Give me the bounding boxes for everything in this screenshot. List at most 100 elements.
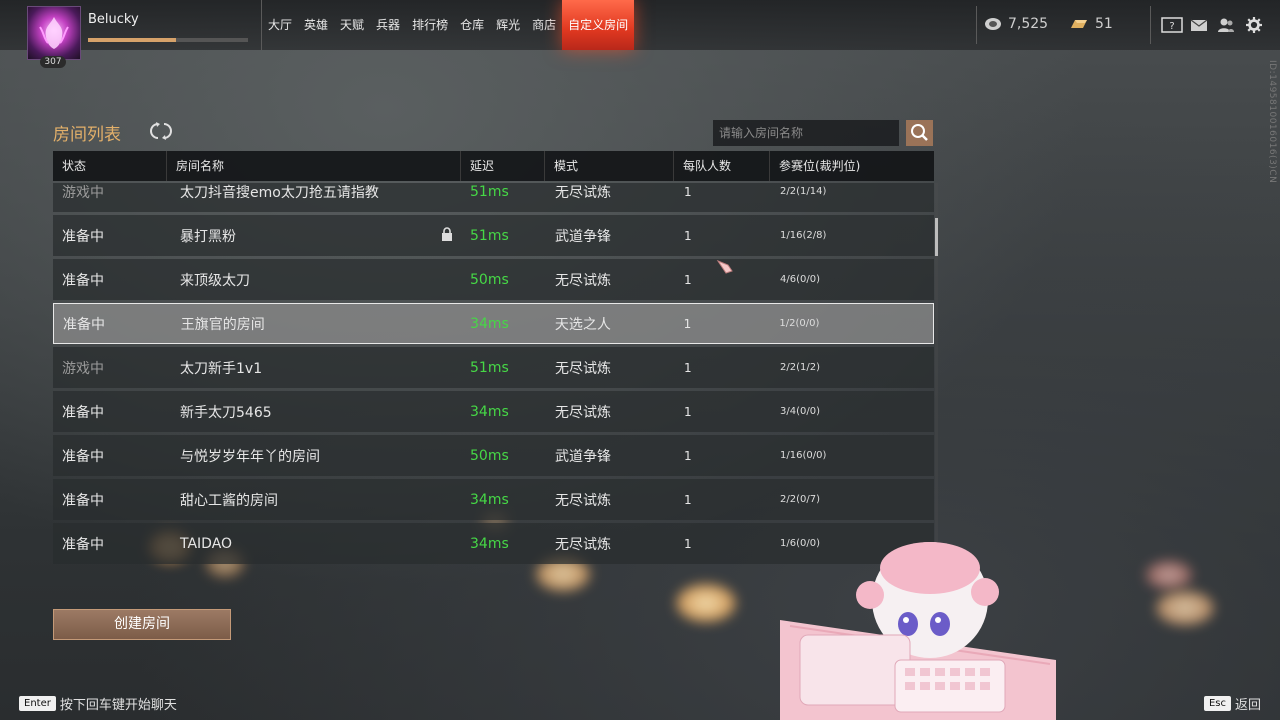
- create-room-button[interactable]: 创建房间: [53, 609, 231, 640]
- room-slots: 1/16(0/0): [770, 450, 934, 461]
- coin-balance: 7,525: [984, 16, 1048, 32]
- room-slots: 4/6(0/0): [770, 274, 934, 285]
- gold-balance: 51: [1069, 16, 1113, 32]
- header-latency: 延迟: [461, 151, 545, 181]
- room-row[interactable]: 准备中 王旗官的房间 34ms 天选之人 1 1/2(0/0): [53, 303, 934, 344]
- room-row[interactable]: 游戏中 太刀新手1v1 51ms 无尽试炼 1 2/2(1/2): [53, 347, 934, 388]
- room-mode: 无尽试炼: [545, 358, 674, 378]
- room-status-text: 游戏中: [62, 184, 104, 201]
- xp-bar-fill: [88, 38, 176, 42]
- room-name: 来顶级太刀: [167, 270, 461, 290]
- room-per-team-text: 1: [684, 184, 692, 199]
- room-mode-text: 无尽试炼: [555, 360, 611, 377]
- xp-bar: [88, 38, 248, 42]
- room-per-team: 1: [674, 185, 770, 199]
- room-row[interactable]: 准备中 与悦岁岁年年丫的房间 50ms 武道争锋 1 1/16(0/0): [53, 435, 934, 476]
- room-per-team-text: 1: [684, 360, 692, 375]
- room-status: 准备中: [53, 446, 167, 466]
- header-per-team: 每队人数: [674, 151, 770, 181]
- room-name-text: 太刀新手1v1: [180, 360, 263, 377]
- room-mode: 无尽试炼: [545, 490, 674, 510]
- scrollbar-thumb[interactable]: [935, 218, 938, 256]
- room-row[interactable]: 准备中 来顶级太刀 50ms 无尽试炼 1 4/6(0/0): [53, 259, 934, 300]
- room-slots-text: 3/4(0/0): [780, 406, 820, 417]
- room-mode-text: 无尽试炼: [555, 272, 611, 289]
- room-status: 准备中: [53, 490, 167, 510]
- nav-item-4[interactable]: 排行榜: [406, 0, 454, 50]
- lantern-glow: [675, 583, 737, 623]
- room-search-input[interactable]: [713, 120, 899, 146]
- room-mode: 无尽试炼: [545, 183, 674, 202]
- room-slots-text: 1/16(0/0): [780, 450, 827, 461]
- room-status: 准备中: [53, 270, 167, 290]
- scrollbar[interactable]: [935, 183, 938, 571]
- room-status-text: 准备中: [62, 448, 104, 465]
- gold-amount: 51: [1095, 16, 1113, 32]
- room-per-team-text: 1: [683, 316, 692, 331]
- room-row[interactable]: 准备中 暴打黑粉 51ms 武道争锋 1 1/16(2/8): [53, 215, 934, 256]
- mail-icon[interactable]: [1190, 17, 1208, 33]
- enter-key-badge: Enter: [19, 696, 56, 711]
- friends-icon[interactable]: [1217, 17, 1235, 33]
- search-button[interactable]: [906, 120, 933, 146]
- room-per-team: 1: [674, 361, 770, 375]
- room-status: 游戏中: [53, 358, 167, 378]
- room-status: 准备中: [54, 314, 168, 334]
- nav-item-8[interactable]: 自定义房间: [562, 0, 635, 50]
- room-per-team: 1: [674, 317, 770, 331]
- room-latency: 34ms: [461, 492, 545, 508]
- nav-item-6[interactable]: 辉光: [490, 0, 526, 50]
- coin-amount: 7,525: [1008, 16, 1049, 32]
- room-mode: 天选之人: [545, 314, 674, 334]
- room-status-text: 游戏中: [62, 360, 104, 377]
- room-latency: 50ms: [461, 272, 545, 288]
- room-row[interactable]: 准备中 甜心工酱的房间 34ms 无尽试炼 1 2/2(0/7): [53, 479, 934, 520]
- room-slots-text: 2/2(0/7): [780, 494, 820, 505]
- room-status-text: 准备中: [62, 228, 104, 245]
- flame-emblem-icon: [39, 17, 69, 49]
- room-per-team-text: 1: [684, 272, 692, 287]
- nav-item-3[interactable]: 兵器: [370, 0, 406, 50]
- lock-icon: [442, 226, 452, 241]
- room-mode: 无尽试炼: [545, 270, 674, 290]
- nav-item-0[interactable]: 大厅: [262, 0, 298, 50]
- room-table: 状态 房间名称 延迟 模式 每队人数 参赛位(裁判位) 游戏中 太刀抖音搜emo太…: [53, 151, 934, 564]
- room-name: 甜心工酱的房间: [167, 490, 461, 510]
- room-per-team: 1: [674, 493, 770, 507]
- room-latency-text: 50ms: [470, 447, 509, 464]
- player-name: Belucky: [88, 12, 139, 27]
- room-slots: 2/2(1/2): [770, 362, 934, 373]
- divider: [976, 6, 977, 44]
- nav-item-2[interactable]: 天赋: [334, 0, 370, 50]
- room-status-text: 准备中: [63, 316, 105, 333]
- room-name-text: 新手太刀5465: [180, 404, 272, 421]
- room-search: [713, 120, 933, 146]
- nav-item-1[interactable]: 英雄: [298, 0, 334, 50]
- nav-item-5[interactable]: 仓库: [454, 0, 490, 50]
- room-latency: 51ms: [461, 360, 545, 376]
- room-status-text: 准备中: [62, 272, 104, 289]
- header-room-name: 房间名称: [167, 151, 461, 181]
- room-name: 太刀抖音搜emo太刀抢五请指教: [167, 183, 461, 202]
- room-row[interactable]: 游戏中 太刀抖音搜emo太刀抢五请指教 51ms 无尽试炼 1 2/2(1/14): [53, 183, 934, 212]
- help-icon[interactable]: ?: [1161, 17, 1183, 33]
- settings-gear-icon[interactable]: [1245, 17, 1263, 33]
- room-status-text: 准备中: [62, 492, 104, 509]
- room-name-text: 来顶级太刀: [180, 272, 250, 289]
- room-latency-text: 51ms: [470, 359, 509, 376]
- back-hint[interactable]: Esc 返回: [1203, 694, 1261, 713]
- room-latency-text: 34ms: [470, 315, 509, 332]
- room-name: 新手太刀5465: [167, 402, 461, 422]
- room-per-team-text: 1: [684, 448, 692, 463]
- refresh-icon[interactable]: [150, 121, 172, 141]
- room-status: 游戏中: [53, 183, 167, 202]
- room-row[interactable]: 准备中 新手太刀5465 34ms 无尽试炼 1 3/4(0/0): [53, 391, 934, 432]
- svg-text:?: ?: [1169, 21, 1174, 32]
- search-icon: [911, 124, 928, 141]
- room-per-team: 1: [674, 537, 770, 551]
- room-slots-text: 1/16(2/8): [780, 230, 827, 241]
- room-latency-text: 51ms: [470, 183, 509, 200]
- player-avatar[interactable]: [27, 6, 81, 60]
- mouse-cursor-icon: [716, 259, 733, 274]
- nav-item-7[interactable]: 商店: [526, 0, 562, 50]
